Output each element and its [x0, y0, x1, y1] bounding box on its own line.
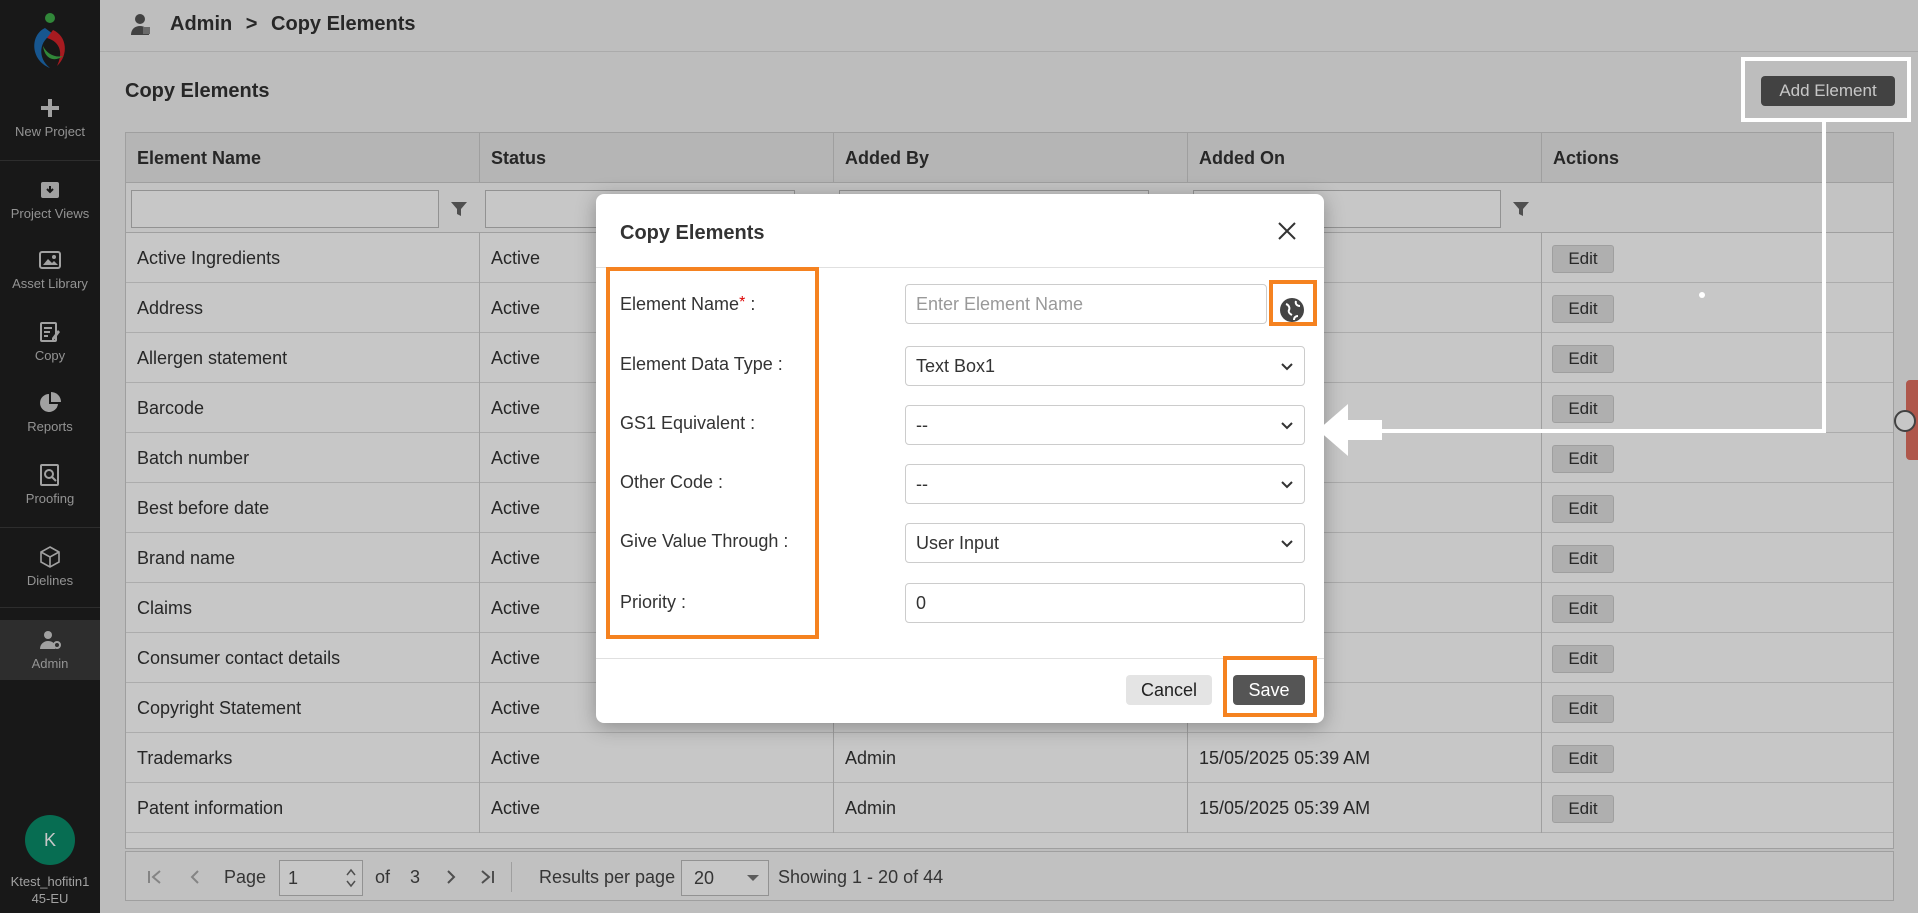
save-button[interactable]: Save: [1233, 675, 1305, 705]
cancel-button[interactable]: Cancel: [1126, 675, 1212, 705]
gs1-equivalent-value: --: [916, 415, 928, 435]
chevron-down-icon: [1281, 481, 1293, 489]
element-name-label: Element Name* :: [620, 294, 756, 314]
required-mark: *: [739, 294, 746, 311]
other-code-select[interactable]: --: [905, 464, 1305, 504]
give-value-through-label: Give Value Through :: [620, 531, 789, 551]
give-value-through-select[interactable]: User Input: [905, 523, 1305, 563]
modal-divider: [596, 267, 1324, 268]
chevron-down-icon: [1281, 363, 1293, 371]
copy-elements-modal: Copy Elements Element Name* : Enter Elem…: [596, 194, 1324, 723]
priority-input[interactable]: 0: [905, 583, 1305, 623]
chevron-down-icon: [1281, 540, 1293, 548]
other-code-label: Other Code :: [620, 472, 724, 492]
annotation-dot: [1699, 292, 1705, 298]
priority-label: Priority :: [620, 592, 687, 612]
modal-title: Copy Elements: [620, 222, 765, 244]
element-data-type-label: Element Data Type :: [620, 354, 783, 374]
gs1-equivalent-label: GS1 Equivalent :: [620, 413, 756, 433]
close-icon[interactable]: [1276, 220, 1298, 242]
gs1-equivalent-select[interactable]: --: [905, 405, 1305, 445]
globe-icon[interactable]: [1274, 292, 1310, 328]
element-data-type-select[interactable]: Text Box1: [905, 346, 1305, 386]
annotation-connector: [1370, 429, 1826, 433]
element-data-type-value: Text Box1: [916, 356, 996, 376]
element-name-input[interactable]: Enter Element Name: [905, 284, 1267, 324]
arrow-left-icon: [1318, 404, 1382, 456]
chevron-down-icon: [1281, 422, 1293, 430]
give-value-through-value: User Input: [916, 533, 1000, 553]
modal-divider: [596, 658, 1324, 659]
other-code-value: --: [916, 474, 928, 494]
annotation-connector: [1822, 120, 1826, 433]
